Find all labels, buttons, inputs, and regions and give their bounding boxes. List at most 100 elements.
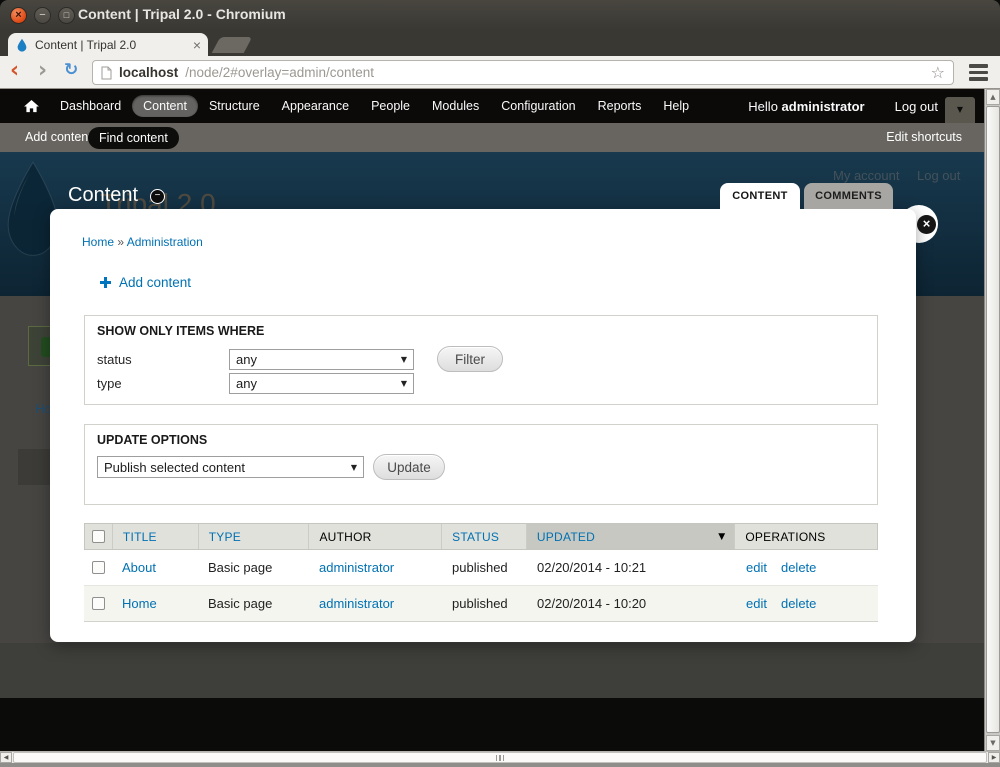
filter-button[interactable]: Filter bbox=[437, 346, 503, 372]
admin-menu-people[interactable]: People bbox=[360, 95, 421, 117]
admin-menu-configuration[interactable]: Configuration bbox=[490, 95, 586, 117]
window-title: Content | Tripal 2.0 - Chromium bbox=[78, 6, 286, 22]
status-select[interactable]: any ▼ bbox=[229, 349, 414, 370]
node-type: Basic page bbox=[198, 596, 309, 611]
home-icon[interactable] bbox=[14, 100, 49, 113]
overlay-close-icon[interactable]: × bbox=[917, 215, 936, 234]
status-label: status bbox=[97, 352, 132, 367]
scroll-right-icon[interactable]: ▶ bbox=[988, 752, 1000, 763]
edit-link[interactable]: edit bbox=[746, 560, 767, 575]
browser-tab[interactable]: Content | Tripal 2.0 × bbox=[8, 33, 208, 56]
drupal-favicon-icon bbox=[15, 38, 29, 52]
sort-updated-link[interactable]: UPDATED bbox=[537, 530, 595, 544]
sort-title-link[interactable]: TITLE bbox=[123, 530, 157, 544]
node-title-link[interactable]: Home bbox=[122, 596, 157, 611]
add-content-link[interactable]: Add content bbox=[100, 275, 191, 290]
shortcuts-bar: Add content Find content Edit shortcuts bbox=[0, 123, 1000, 152]
shortcut-add-content[interactable]: Add content bbox=[25, 130, 92, 144]
type-select[interactable]: any ▼ bbox=[229, 373, 414, 394]
my-account-link[interactable]: My account bbox=[833, 168, 899, 183]
window-titlebar: × − □ Content | Tripal 2.0 - Chromium bbox=[0, 0, 1000, 30]
tab-close-icon[interactable]: × bbox=[193, 38, 201, 52]
url-path: /node/2#overlay=admin/content bbox=[185, 65, 374, 80]
window-maximize-button[interactable]: □ bbox=[58, 7, 75, 24]
header-operations: OPERATIONS bbox=[745, 530, 825, 544]
greeting: Hello administrator bbox=[748, 99, 864, 114]
horizontal-scrollbar-thumb[interactable] bbox=[13, 752, 987, 763]
scroll-left-icon[interactable]: ◀ bbox=[0, 752, 12, 763]
reload-button[interactable]: ↻ bbox=[64, 60, 78, 80]
overlay-minimize-icon[interactable]: − bbox=[150, 189, 165, 204]
admin-menu-help[interactable]: Help bbox=[652, 95, 700, 117]
admin-menu-reports[interactable]: Reports bbox=[587, 95, 653, 117]
chevron-down-icon: ▼ bbox=[351, 463, 357, 472]
update-action-select[interactable]: Publish selected content ▼ bbox=[97, 456, 364, 478]
browser-toolbar: ‹ › ↻ localhost /node/2#overlay=admin/co… bbox=[0, 56, 1000, 89]
page-icon bbox=[101, 66, 112, 80]
sort-type-link[interactable]: TYPE bbox=[209, 530, 241, 544]
update-options-fieldset: UPDATE OPTIONS Publish selected content … bbox=[84, 424, 878, 505]
sort-desc-icon: ▼ bbox=[718, 532, 725, 542]
node-author-link[interactable]: administrator bbox=[319, 596, 394, 611]
admin-menu-modules[interactable]: Modules bbox=[421, 95, 490, 117]
site-logout-link[interactable]: Log out bbox=[917, 168, 960, 183]
vertical-scrollbar-thumb[interactable] bbox=[986, 106, 1000, 733]
filter-legend: SHOW ONLY ITEMS WHERE bbox=[97, 324, 264, 338]
content-table: TITLE TYPE AUTHOR STATUS UPDATED ▼ OPERA… bbox=[84, 523, 878, 622]
vertical-scrollbar[interactable]: ▲ ▼ bbox=[984, 89, 1000, 751]
delete-link[interactable]: delete bbox=[781, 596, 816, 611]
back-button[interactable]: ‹ bbox=[10, 58, 19, 83]
edit-link[interactable]: edit bbox=[746, 596, 767, 611]
chevron-down-icon: ▼ bbox=[401, 379, 407, 388]
header-author: AUTHOR bbox=[319, 530, 371, 544]
admin-menu-structure[interactable]: Structure bbox=[198, 95, 271, 117]
node-author-link[interactable]: administrator bbox=[319, 560, 394, 575]
window-controls: × − □ bbox=[10, 7, 75, 24]
browser-window: × − □ Content | Tripal 2.0 - Chromium Co… bbox=[0, 0, 1000, 767]
delete-link[interactable]: delete bbox=[781, 560, 816, 575]
toolbar-toggle-button[interactable]: ▼ bbox=[945, 97, 975, 123]
update-button[interactable]: Update bbox=[373, 454, 445, 480]
overlay-page-title: Content bbox=[68, 184, 138, 207]
select-all-checkbox[interactable] bbox=[92, 530, 105, 543]
edit-shortcuts-link[interactable]: Edit shortcuts bbox=[886, 130, 962, 144]
admin-menu-dashboard[interactable]: Dashboard bbox=[49, 95, 132, 117]
tab-comments[interactable]: COMMENTS bbox=[804, 183, 893, 209]
breadcrumb-separator: » bbox=[117, 235, 124, 249]
window-close-button[interactable]: × bbox=[10, 7, 27, 24]
address-bar[interactable]: localhost /node/2#overlay=admin/content … bbox=[92, 60, 954, 85]
overlay-panel: Home » Administration Add content SHOW O… bbox=[50, 209, 916, 642]
breadcrumb: Home » Administration bbox=[82, 235, 203, 249]
chevron-down-icon: ▼ bbox=[401, 355, 407, 364]
row-checkbox[interactable] bbox=[92, 597, 105, 610]
node-status: published bbox=[442, 560, 527, 575]
admin-menu-appearance[interactable]: Appearance bbox=[271, 95, 360, 117]
admin-menu-content[interactable]: Content bbox=[132, 95, 198, 117]
table-header-row: TITLE TYPE AUTHOR STATUS UPDATED ▼ OPERA… bbox=[84, 523, 878, 550]
username: administrator bbox=[782, 99, 865, 114]
url-host: localhost bbox=[119, 65, 178, 80]
node-type: Basic page bbox=[198, 560, 309, 575]
filter-fieldset: SHOW ONLY ITEMS WHERE status any ▼ type … bbox=[84, 315, 878, 405]
type-label: type bbox=[97, 376, 122, 391]
breadcrumb-home-link[interactable]: Home bbox=[82, 235, 114, 249]
scroll-down-icon[interactable]: ▼ bbox=[986, 735, 1000, 751]
scroll-up-icon[interactable]: ▲ bbox=[986, 89, 1000, 105]
new-tab-button[interactable] bbox=[212, 37, 253, 53]
node-updated: 02/20/2014 - 10:20 bbox=[527, 596, 736, 611]
horizontal-scrollbar[interactable]: ◀ ▶ bbox=[0, 751, 1000, 763]
window-bottom-edge bbox=[0, 763, 1000, 767]
bookmark-star-icon[interactable]: ☆ bbox=[931, 63, 945, 82]
sort-status-link[interactable]: STATUS bbox=[452, 530, 499, 544]
toolbar-logout-link[interactable]: Log out bbox=[895, 99, 938, 114]
row-checkbox[interactable] bbox=[92, 561, 105, 574]
forward-button[interactable]: › bbox=[38, 58, 47, 83]
header-updated-sorted[interactable]: UPDATED ▼ bbox=[527, 524, 735, 549]
shortcut-find-content[interactable]: Find content bbox=[88, 127, 179, 149]
tab-content[interactable]: CONTENT bbox=[720, 183, 800, 209]
node-status: published bbox=[442, 596, 527, 611]
menu-button[interactable] bbox=[969, 64, 988, 81]
node-title-link[interactable]: About bbox=[122, 560, 156, 575]
window-minimize-button[interactable]: − bbox=[34, 7, 51, 24]
breadcrumb-administration-link[interactable]: Administration bbox=[127, 235, 203, 249]
